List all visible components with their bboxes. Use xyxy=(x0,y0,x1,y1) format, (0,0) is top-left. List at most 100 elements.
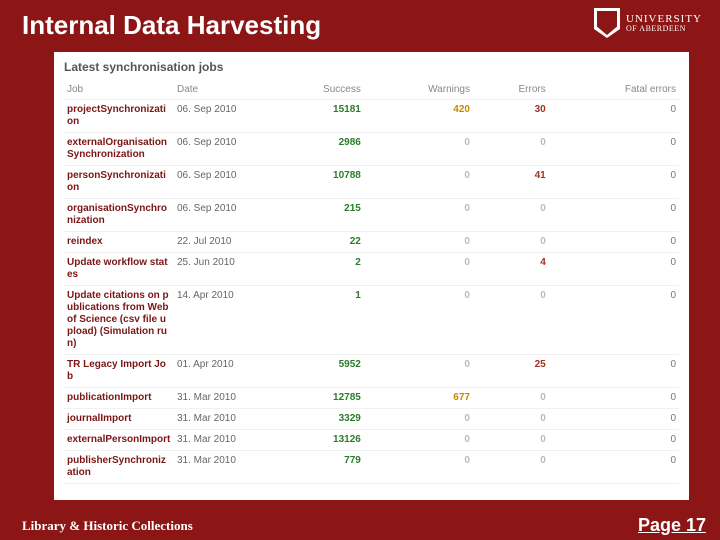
cell-success: 1 xyxy=(264,286,364,355)
cell-date: 31. Mar 2010 xyxy=(174,430,264,451)
cell-success: 15181 xyxy=(264,100,364,133)
cell-warnings: 0 xyxy=(364,409,473,430)
cell-fatal: 0 xyxy=(549,100,679,133)
cell-errors: 0 xyxy=(473,451,549,484)
cell-warnings: 677 xyxy=(364,388,473,409)
cell-success: 22 xyxy=(264,232,364,253)
cell-errors: 4 xyxy=(473,253,549,286)
crest-icon xyxy=(594,8,620,38)
cell-warnings: 420 xyxy=(364,100,473,133)
col-job: Job xyxy=(64,80,174,100)
cell-errors: 25 xyxy=(473,355,549,388)
cell-errors: 30 xyxy=(473,100,549,133)
cell-date: 06. Sep 2010 xyxy=(174,100,264,133)
col-date: Date xyxy=(174,80,264,100)
cell-success: 12785 xyxy=(264,388,364,409)
col-fatal: Fatal errors xyxy=(549,80,679,100)
cell-warnings: 0 xyxy=(364,430,473,451)
cell-errors: 0 xyxy=(473,232,549,253)
jobs-table: Job Date Success Warnings Errors Fatal e… xyxy=(64,80,679,484)
table-row[interactable]: journalImport31. Mar 20103329000 xyxy=(64,409,679,430)
table-row[interactable]: reindex22. Jul 201022000 xyxy=(64,232,679,253)
cell-fatal: 0 xyxy=(549,430,679,451)
footer-right: Page 17 xyxy=(638,515,706,536)
cell-errors: 0 xyxy=(473,133,549,166)
cell-fatal: 0 xyxy=(549,409,679,430)
table-header-row: Job Date Success Warnings Errors Fatal e… xyxy=(64,80,679,100)
cell-success: 215 xyxy=(264,199,364,232)
table-row[interactable]: publisherSynchronization31. Mar 20107790… xyxy=(64,451,679,484)
col-warnings: Warnings xyxy=(364,80,473,100)
table-row[interactable]: TR Legacy Import Job01. Apr 201059520250 xyxy=(64,355,679,388)
brand-line1: UNIVERSITY xyxy=(626,13,702,25)
cell-job[interactable]: publisherSynchronization xyxy=(64,451,174,484)
cell-fatal: 0 xyxy=(549,388,679,409)
col-success: Success xyxy=(264,80,364,100)
cell-warnings: 0 xyxy=(364,199,473,232)
cell-success: 2 xyxy=(264,253,364,286)
cell-date: 14. Apr 2010 xyxy=(174,286,264,355)
cell-warnings: 0 xyxy=(364,253,473,286)
cell-success: 13126 xyxy=(264,430,364,451)
cell-job[interactable]: reindex xyxy=(64,232,174,253)
panel-title: Latest synchronisation jobs xyxy=(64,60,679,74)
cell-warnings: 0 xyxy=(364,286,473,355)
cell-fatal: 0 xyxy=(549,286,679,355)
cell-warnings: 0 xyxy=(364,232,473,253)
cell-date: 01. Apr 2010 xyxy=(174,355,264,388)
brand-text: UNIVERSITY OF ABERDEEN xyxy=(626,13,702,34)
col-errors: Errors xyxy=(473,80,549,100)
cell-success: 5952 xyxy=(264,355,364,388)
cell-date: 31. Mar 2010 xyxy=(174,409,264,430)
cell-date: 22. Jul 2010 xyxy=(174,232,264,253)
cell-date: 31. Mar 2010 xyxy=(174,388,264,409)
cell-job[interactable]: externalOrganisationSynchronization xyxy=(64,133,174,166)
cell-fatal: 0 xyxy=(549,166,679,199)
table-row[interactable]: Update citations on publications from We… xyxy=(64,286,679,355)
cell-errors: 0 xyxy=(473,430,549,451)
cell-warnings: 0 xyxy=(364,451,473,484)
cell-success: 779 xyxy=(264,451,364,484)
cell-errors: 41 xyxy=(473,166,549,199)
cell-errors: 0 xyxy=(473,286,549,355)
cell-fatal: 0 xyxy=(549,133,679,166)
brand-logo: UNIVERSITY OF ABERDEEN xyxy=(594,8,702,38)
cell-warnings: 0 xyxy=(364,133,473,166)
cell-warnings: 0 xyxy=(364,355,473,388)
cell-errors: 0 xyxy=(473,199,549,232)
cell-fatal: 0 xyxy=(549,253,679,286)
cell-errors: 0 xyxy=(473,409,549,430)
brand-line2: OF ABERDEEN xyxy=(626,25,702,34)
cell-fatal: 0 xyxy=(549,451,679,484)
cell-fatal: 0 xyxy=(549,199,679,232)
table-row[interactable]: personSynchronization06. Sep 20101078804… xyxy=(64,166,679,199)
cell-success: 10788 xyxy=(264,166,364,199)
cell-job[interactable]: publicationImport xyxy=(64,388,174,409)
table-row[interactable]: Update workflow states25. Jun 20102040 xyxy=(64,253,679,286)
cell-fatal: 0 xyxy=(549,355,679,388)
table-row[interactable]: organisationSynchronization06. Sep 20102… xyxy=(64,199,679,232)
cell-date: 06. Sep 2010 xyxy=(174,133,264,166)
cell-date: 06. Sep 2010 xyxy=(174,199,264,232)
cell-date: 25. Jun 2010 xyxy=(174,253,264,286)
table-row[interactable]: externalOrganisationSynchronization06. S… xyxy=(64,133,679,166)
cell-fatal: 0 xyxy=(549,232,679,253)
cell-job[interactable]: journalImport xyxy=(64,409,174,430)
cell-job[interactable]: projectSynchronization xyxy=(64,100,174,133)
table-row[interactable]: publicationImport31. Mar 20101278567700 xyxy=(64,388,679,409)
cell-job[interactable]: TR Legacy Import Job xyxy=(64,355,174,388)
cell-success: 3329 xyxy=(264,409,364,430)
sync-jobs-panel: Latest synchronisation jobs Job Date Suc… xyxy=(54,52,689,500)
cell-job[interactable]: Update workflow states xyxy=(64,253,174,286)
cell-date: 06. Sep 2010 xyxy=(174,166,264,199)
cell-job[interactable]: Update citations on publications from We… xyxy=(64,286,174,355)
cell-date: 31. Mar 2010 xyxy=(174,451,264,484)
cell-job[interactable]: externalPersonImport xyxy=(64,430,174,451)
table-row[interactable]: externalPersonImport31. Mar 201013126000 xyxy=(64,430,679,451)
cell-errors: 0 xyxy=(473,388,549,409)
table-row[interactable]: projectSynchronization06. Sep 2010151814… xyxy=(64,100,679,133)
cell-job[interactable]: organisationSynchronization xyxy=(64,199,174,232)
cell-job[interactable]: personSynchronization xyxy=(64,166,174,199)
cell-warnings: 0 xyxy=(364,166,473,199)
footer-left: Library & Historic Collections xyxy=(22,518,193,534)
